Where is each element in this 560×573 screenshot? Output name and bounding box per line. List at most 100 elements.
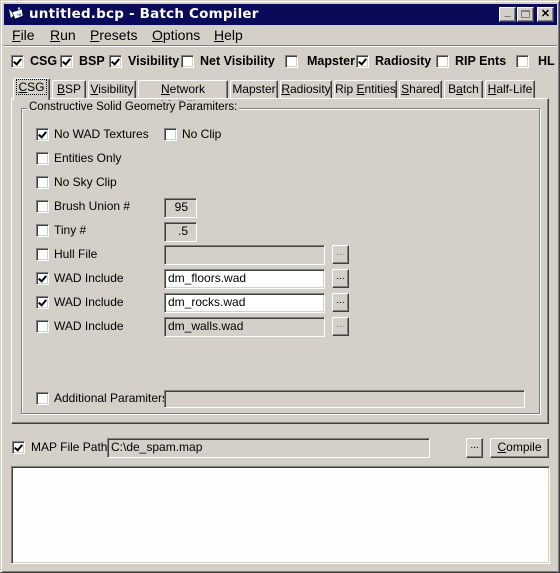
- tab-batch[interactable]: Batch: [444, 80, 483, 98]
- compile-button[interactable]: Compile: [490, 438, 549, 458]
- stage-bsp[interactable]: BSP: [60, 53, 105, 69]
- wad-include-2-browse-button[interactable]: ...: [332, 293, 349, 312]
- tab-radiosity[interactable]: Radiosity: [280, 80, 332, 98]
- tab-radiosity-label: adiosity: [289, 82, 331, 96]
- option-map-file-path[interactable]: MAP File Path:: [12, 440, 111, 454]
- menu-options-accel: O: [152, 27, 163, 43]
- close-button[interactable]: ✕: [537, 7, 554, 22]
- map-file-browse-button[interactable]: ...: [466, 438, 483, 458]
- stage-visibility-checkbox[interactable]: [109, 54, 122, 68]
- no-wad-textures-checkbox[interactable]: [36, 127, 49, 141]
- stage-mapster-checkbox[interactable]: [285, 54, 298, 68]
- tiny-checkbox[interactable]: [36, 223, 49, 237]
- stage-bsp-label: BSP: [79, 54, 105, 68]
- stage-radiosity-checkbox[interactable]: [356, 54, 369, 68]
- tab-radiosity-accel: R: [281, 82, 290, 96]
- title-bar[interactable]: untitled.bcp - Batch Compiler _ ✕: [4, 4, 557, 25]
- option-no-clip[interactable]: No Clip: [164, 127, 221, 141]
- brush-union-label: Brush Union #: [54, 199, 131, 213]
- option-entities-only[interactable]: Entities Only: [36, 151, 121, 165]
- stage-net-visibility-checkbox[interactable]: [181, 54, 194, 68]
- option-no-wad-textures[interactable]: No WAD Textures: [36, 127, 149, 141]
- stage-visibility[interactable]: Visibility: [109, 53, 179, 69]
- tab-mapster[interactable]: Mapster: [230, 80, 278, 98]
- tab-half-life-accel: H: [487, 82, 497, 96]
- stage-bsp-checkbox[interactable]: [60, 54, 73, 68]
- wad-include-2-checkbox[interactable]: [36, 295, 49, 309]
- app-icon: [9, 7, 24, 20]
- menu-separator: [4, 45, 557, 47]
- stage-csg-label: CSG: [30, 54, 58, 68]
- option-hull-file[interactable]: Hull File: [36, 247, 97, 261]
- tab-rip-entities[interactable]: Rip Entities: [334, 80, 397, 98]
- stage-net-visibility-label: Net Visibility: [200, 54, 275, 68]
- close-icon: ✕: [540, 8, 551, 20]
- stage-csg-checkbox[interactable]: [11, 54, 24, 68]
- hull-file-label: Hull File: [54, 247, 98, 261]
- hull-file-checkbox[interactable]: [36, 247, 49, 261]
- tab-shared[interactable]: Shared: [399, 80, 442, 98]
- stage-hl-label: HL: [538, 54, 555, 68]
- option-wad-include-3[interactable]: WAD Include: [36, 319, 124, 333]
- brush-union-checkbox[interactable]: [36, 199, 49, 213]
- menu-run-accel: R: [50, 27, 61, 43]
- menu-options-label: ptions: [162, 27, 201, 43]
- tab-csg[interactable]: CSG: [13, 78, 50, 100]
- stage-net-visibility[interactable]: Net Visibility: [181, 53, 275, 69]
- hull-file-input[interactable]: [164, 245, 325, 265]
- tab-visibility[interactable]: Visibility: [88, 80, 136, 98]
- menu-help[interactable]: Help: [214, 27, 243, 43]
- menu-file[interactable]: File: [12, 27, 35, 43]
- wad-include-3-browse-button[interactable]: ...: [332, 317, 349, 336]
- tab-csg-label: SG: [27, 80, 45, 94]
- tab-batch-prefix: B: [448, 82, 457, 96]
- tab-bsp[interactable]: BSP: [52, 80, 86, 98]
- maximize-button[interactable]: [517, 7, 534, 22]
- option-tiny[interactable]: Tiny #: [36, 223, 86, 237]
- option-additional-parameters[interactable]: Additional Paramiters: [36, 391, 168, 405]
- option-brush-union[interactable]: Brush Union #: [36, 199, 130, 213]
- tiny-input[interactable]: .5: [164, 222, 197, 242]
- csg-group-title: Constructive Solid Geometry Paramiters:: [27, 101, 240, 113]
- menu-run[interactable]: Run: [50, 27, 76, 43]
- brush-union-input[interactable]: 95: [164, 198, 197, 218]
- option-wad-include-1[interactable]: WAD Include: [36, 271, 124, 285]
- wad-include-3-checkbox[interactable]: [36, 319, 49, 333]
- additional-parameters-input[interactable]: [164, 390, 525, 408]
- tab-network-visibility[interactable]: Network Visibility: [138, 80, 228, 112]
- tab-half-life[interactable]: Half-Life: [485, 80, 535, 98]
- wad-include-1-checkbox[interactable]: [36, 271, 49, 285]
- wad-include-1-browse-button[interactable]: ...: [332, 269, 349, 288]
- stage-radiosity[interactable]: Radiosity: [356, 53, 431, 69]
- stage-hl[interactable]: HL: [516, 53, 555, 69]
- no-sky-clip-checkbox[interactable]: [36, 175, 49, 189]
- additional-parameters-label: Additional Paramiters: [54, 391, 169, 405]
- minimize-button[interactable]: _: [499, 6, 516, 22]
- stage-rip-ents-checkbox[interactable]: [436, 54, 449, 68]
- no-clip-checkbox[interactable]: [164, 127, 177, 141]
- additional-parameters-checkbox[interactable]: [36, 391, 49, 405]
- output-log[interactable]: [11, 466, 550, 564]
- wad-include-1-input[interactable]: dm_floors.wad: [164, 269, 325, 289]
- menu-run-label: un: [60, 27, 76, 43]
- wad-include-3-label: WAD Include: [54, 319, 124, 333]
- hull-file-browse-button[interactable]: ...: [332, 245, 349, 264]
- entities-only-checkbox[interactable]: [36, 151, 49, 165]
- wad-include-2-input[interactable]: dm_rocks.wad: [164, 293, 325, 313]
- tab-rip-entities-prefix: Rip: [335, 82, 357, 96]
- map-file-label: MAP File Path:: [31, 440, 111, 454]
- option-wad-include-2[interactable]: WAD Include: [36, 295, 124, 309]
- menu-options[interactable]: Options: [152, 27, 200, 43]
- map-file-input[interactable]: C:\de_spam.map: [107, 438, 430, 458]
- menu-presets[interactable]: Presets: [90, 27, 137, 43]
- stage-csg[interactable]: CSG: [11, 53, 57, 69]
- stage-rip-ents[interactable]: RIP Ents: [436, 53, 506, 69]
- window-title: untitled.bcp - Batch Compiler: [29, 6, 259, 22]
- stage-mapster[interactable]: Mapster: [285, 53, 355, 69]
- tab-network-visibility-accel: N: [160, 82, 170, 96]
- wad-include-3-input[interactable]: dm_walls.wad: [164, 317, 325, 337]
- map-file-checkbox[interactable]: [12, 440, 25, 454]
- stage-hl-checkbox[interactable]: [516, 54, 529, 68]
- option-no-sky-clip[interactable]: No Sky Clip: [36, 175, 117, 189]
- stage-toggle-bar: CSG BSP Visibility Net Visibility Mapste…: [11, 53, 556, 71]
